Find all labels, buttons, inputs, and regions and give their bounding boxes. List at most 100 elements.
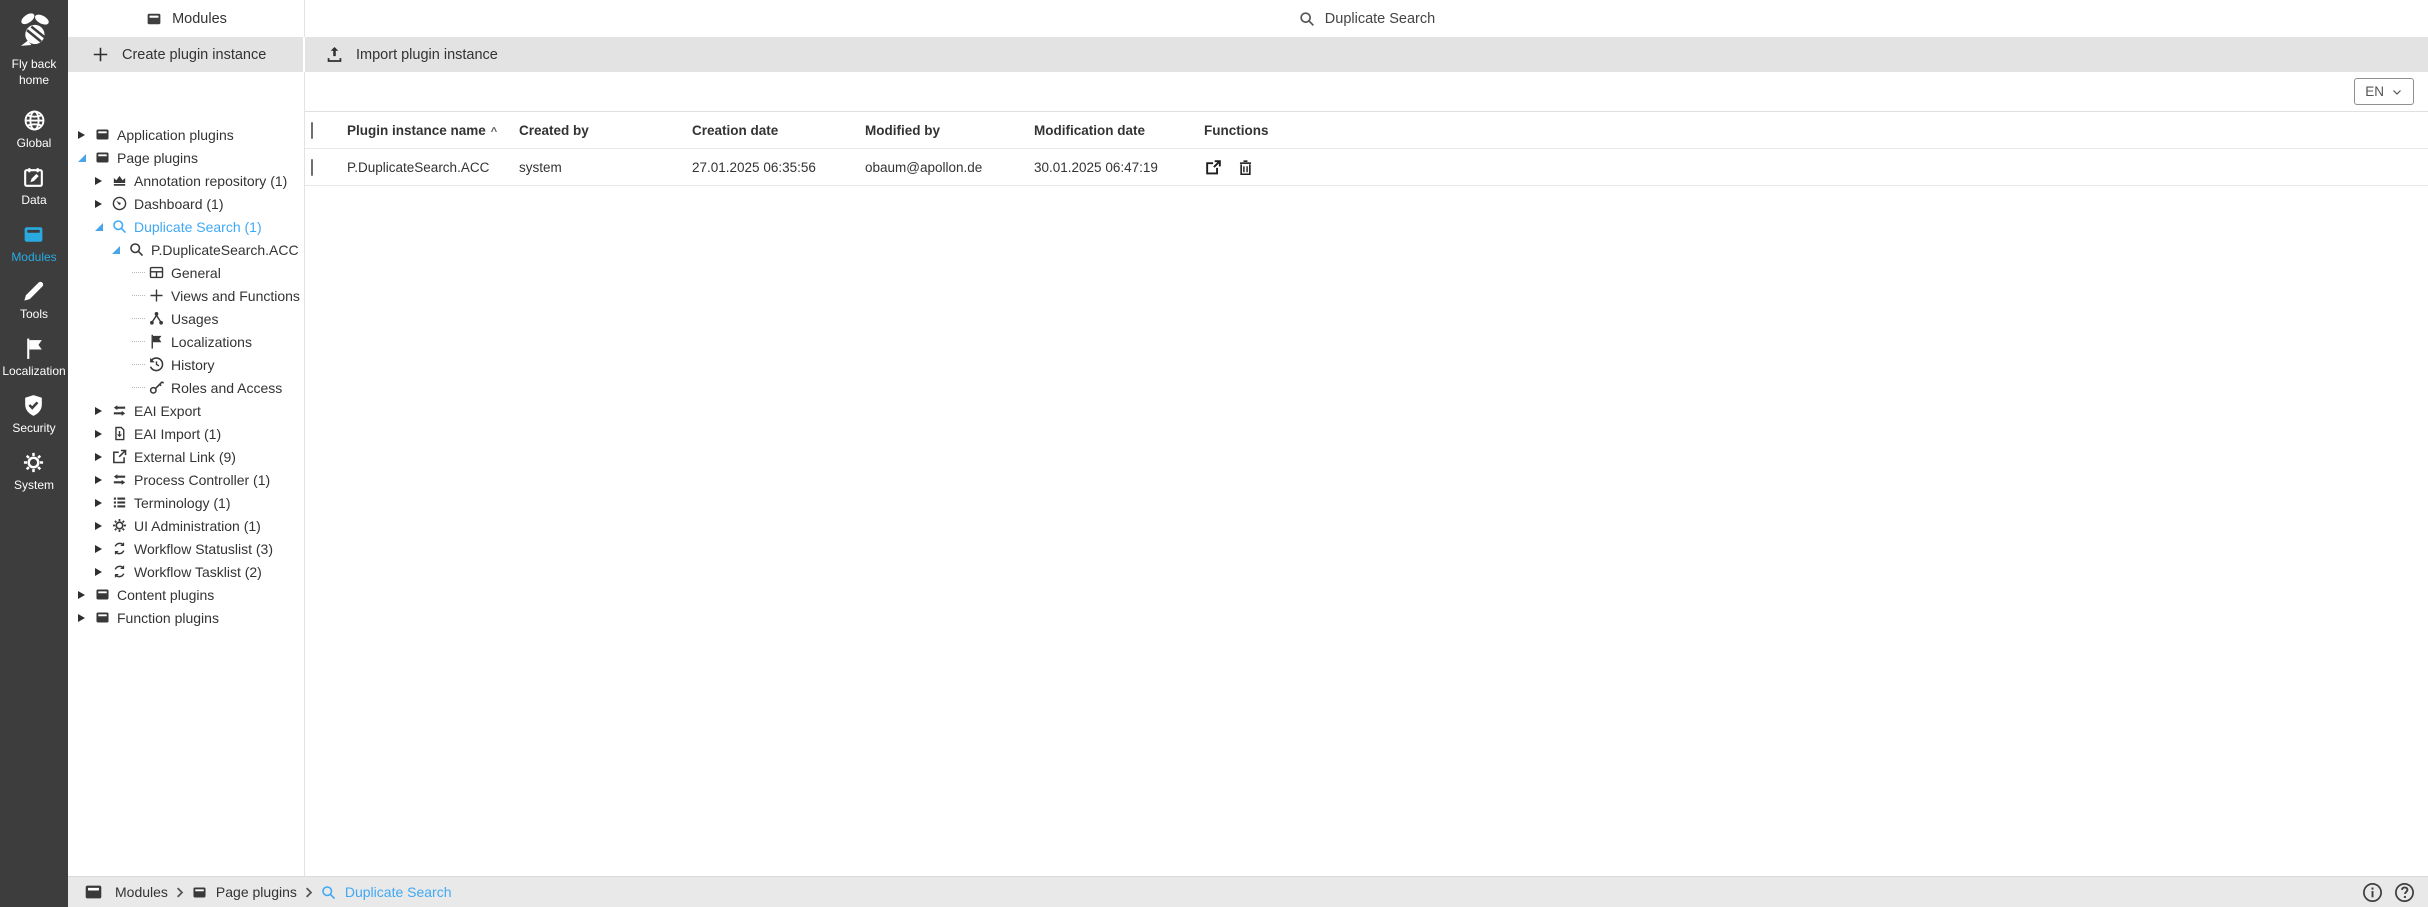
tree-item-roles-and-access[interactable]: Roles and Access (68, 376, 304, 399)
tree-item-ui-administration[interactable]: UI Administration (1) (68, 514, 304, 537)
tree-item-page-plugins[interactable]: Page plugins (68, 146, 304, 169)
column-header-modification-date[interactable]: Modification date (1034, 123, 1204, 138)
tree-guide-line (132, 295, 145, 296)
app-window: Fly back home Global Data Modules Tools … (0, 0, 2428, 907)
crown-icon (111, 172, 128, 189)
shield-check-icon (21, 393, 46, 418)
sidebar-item-tools[interactable]: Tools (20, 279, 48, 321)
column-header-creation-date[interactable]: Creation date (692, 123, 865, 138)
collapse-arrow-icon[interactable] (112, 245, 126, 254)
fly-back-home-button[interactable]: Fly back home (4, 10, 64, 88)
table-row[interactable]: P.DuplicateSearch.ACC system 27.01.2025 … (305, 149, 2428, 186)
question-icon[interactable] (2393, 881, 2416, 904)
plugin-instance-workspace: EN Plugin instance name ^ Created by Crea… (305, 72, 2428, 876)
tree-item-history[interactable]: History (68, 353, 304, 376)
tree-item-p-duplicatesearch-acc[interactable]: P.DuplicateSearch.ACC (68, 238, 304, 261)
plus-icon (148, 287, 165, 304)
expand-arrow-icon[interactable] (95, 498, 109, 507)
collapse-arrow-icon[interactable] (78, 153, 92, 162)
expand-arrow-icon[interactable] (95, 429, 109, 438)
cell-modified-by: obaum@apollon.de (865, 159, 983, 175)
chevron-right-icon (172, 885, 187, 900)
tree-item-duplicate-search[interactable]: Duplicate Search (1) (68, 215, 304, 238)
tree-item-annotation-repository[interactable]: Annotation repository (1) (68, 169, 304, 192)
cell-plugin-instance-name[interactable]: P.DuplicateSearch.ACC (347, 160, 519, 175)
tree-item-usages[interactable]: Usages (68, 307, 304, 330)
sidebar-item-data[interactable]: Data (21, 165, 47, 207)
info-icon[interactable] (2361, 881, 2384, 904)
breadcrumb-item-modules[interactable]: Modules (80, 881, 168, 903)
tree-item-external-link[interactable]: External Link (9) (68, 445, 304, 468)
sidebar-item-modules[interactable]: Modules (11, 222, 57, 264)
cell-modification-date: 30.01.2025 06:47:19 (1034, 159, 1158, 175)
column-header-created-by[interactable]: Created by (519, 123, 692, 138)
tree-item-content-plugins[interactable]: Content plugins (68, 583, 304, 606)
folder-icon (145, 10, 163, 28)
pencil-icon (21, 279, 46, 304)
select-all-checkbox[interactable] (311, 121, 313, 139)
collapse-arrow-icon[interactable] (95, 222, 109, 231)
sort-ascending-icon: ^ (490, 125, 498, 138)
expand-arrow-icon[interactable] (78, 130, 92, 139)
sidebar-item-global[interactable]: Global (17, 108, 51, 150)
tree-item-general[interactable]: General (68, 261, 304, 284)
tree-item-workflow-tasklist[interactable]: Workflow Tasklist (2) (68, 560, 304, 583)
column-header-modified-by[interactable]: Modified by (865, 123, 1034, 138)
plus-icon (91, 45, 110, 64)
tree-item-eai-import[interactable]: EAI Import (1) (68, 422, 304, 445)
global-search[interactable]: Duplicate Search (305, 0, 2428, 37)
column-header-name[interactable]: Plugin instance name ^ (347, 123, 519, 138)
chevron-down-icon (2391, 86, 2403, 98)
file-import-icon (111, 425, 128, 442)
cell-functions (1204, 158, 2428, 177)
history-icon (148, 356, 165, 373)
expand-arrow-icon[interactable] (95, 521, 109, 530)
breadcrumb-item-page-plugins[interactable]: Page plugins (191, 884, 297, 901)
expand-arrow-icon[interactable] (95, 567, 109, 576)
tree-item-views-and-functions[interactable]: Views and Functions (68, 284, 304, 307)
expand-arrow-icon[interactable] (95, 199, 109, 208)
sidebar-item-security[interactable]: Security (12, 393, 56, 435)
key-icon (148, 379, 165, 396)
search-icon (320, 884, 337, 901)
transfer-icon (111, 471, 128, 488)
tree-item-workflow-statuslist[interactable]: Workflow Statuslist (3) (68, 537, 304, 560)
export-icon[interactable] (1204, 158, 1223, 177)
empty-area (305, 186, 2428, 876)
expand-arrow-icon[interactable] (95, 544, 109, 553)
gear-icon (21, 450, 46, 475)
gear-icon (111, 517, 128, 534)
expand-arrow-icon[interactable] (95, 406, 109, 415)
create-plugin-instance-button[interactable]: Create plugin instance (68, 37, 305, 72)
trash-icon[interactable] (1236, 158, 1255, 177)
expand-arrow-icon[interactable] (95, 176, 109, 185)
tree-item-process-controller[interactable]: Process Controller (1) (68, 468, 304, 491)
expand-arrow-icon[interactable] (95, 475, 109, 484)
import-plugin-instance-button[interactable]: Import plugin instance (305, 37, 2428, 72)
tree-item-function-plugins[interactable]: Function plugins (68, 606, 304, 629)
workflow-icon (111, 563, 128, 580)
language-selector[interactable]: EN (2354, 78, 2414, 105)
breadcrumb-item-duplicate-search[interactable]: Duplicate Search (320, 884, 452, 901)
row-checkbox[interactable] (311, 158, 313, 176)
flag-icon (22, 336, 47, 361)
sidebar-item-system[interactable]: System (14, 450, 54, 492)
tree-item-terminology[interactable]: Terminology (1) (68, 491, 304, 514)
gauge-icon (111, 195, 128, 212)
chevron-right-icon (301, 885, 316, 900)
folder-icon (80, 881, 107, 903)
page-title: Modules (172, 10, 227, 27)
sidebar-item-localization[interactable]: Localization (2, 336, 66, 378)
tree-item-eai-export[interactable]: EAI Export (68, 399, 304, 422)
expand-arrow-icon[interactable] (78, 613, 92, 622)
tree-item-dashboard[interactable]: Dashboard (1) (68, 192, 304, 215)
tree-item-localizations[interactable]: Localizations (68, 330, 304, 353)
fly-back-home-label: Fly back home (11, 57, 57, 87)
statusbar-actions (2361, 881, 2416, 904)
network-icon (148, 310, 165, 327)
expand-arrow-icon[interactable] (78, 590, 92, 599)
action-toolbar: Create plugin instance Import plugin ins… (68, 37, 2428, 72)
expand-arrow-icon[interactable] (95, 452, 109, 461)
module-title-area: Modules (68, 0, 305, 37)
tree-item-application-plugins[interactable]: Application plugins (68, 123, 304, 146)
